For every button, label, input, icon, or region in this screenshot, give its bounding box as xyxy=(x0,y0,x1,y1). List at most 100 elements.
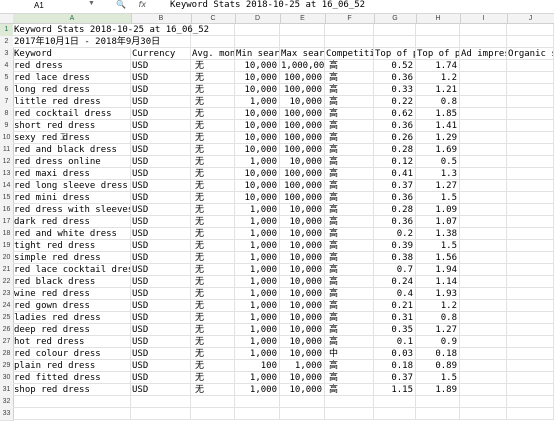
cell-c16[interactable]: 无 xyxy=(191,204,235,216)
cell-e10[interactable]: 100,000 xyxy=(280,132,325,144)
cell-h13[interactable]: 1.3 xyxy=(416,168,460,180)
cell-h3[interactable]: Top of pag xyxy=(416,48,460,60)
cell-d14[interactable]: 10,000 xyxy=(235,180,280,192)
cell-c3[interactable]: Avg. month xyxy=(191,48,235,60)
cell-d1[interactable] xyxy=(235,24,280,36)
column-header-a[interactable]: A xyxy=(13,14,132,23)
cell-c15[interactable]: 无 xyxy=(191,192,235,204)
cell-a8[interactable]: red cocktail dress xyxy=(13,108,131,120)
cell-f16[interactable]: 高 xyxy=(325,204,374,216)
cell-h6[interactable]: 1.21 xyxy=(416,84,460,96)
cell-g11[interactable]: 0.28 xyxy=(374,144,416,156)
cell-b9[interactable]: USD xyxy=(131,120,191,132)
cell-e30[interactable]: 10,000 xyxy=(280,372,325,384)
cell-b30[interactable]: USD xyxy=(131,372,191,384)
cell-f11[interactable]: 高 xyxy=(325,144,374,156)
cell-c10[interactable]: 无 xyxy=(191,132,235,144)
cell-f10[interactable]: 高 xyxy=(325,132,374,144)
cell-i28[interactable] xyxy=(460,348,507,360)
cell-h27[interactable]: 0.9 xyxy=(416,336,460,348)
cell-b23[interactable]: USD xyxy=(131,288,191,300)
cell-b3[interactable]: Currency xyxy=(131,48,191,60)
cell-i15[interactable] xyxy=(460,192,507,204)
cell-h7[interactable]: 0.8 xyxy=(416,96,460,108)
cell-i13[interactable] xyxy=(460,168,507,180)
cell-b18[interactable]: USD xyxy=(131,228,191,240)
cell-i14[interactable] xyxy=(460,180,507,192)
cell-j19[interactable] xyxy=(507,240,554,252)
cell-d27[interactable]: 1,000 xyxy=(235,336,280,348)
cell-d6[interactable]: 10,000 xyxy=(235,84,280,96)
cell-c30[interactable]: 无 xyxy=(191,372,235,384)
cell-g10[interactable]: 0.26 xyxy=(374,132,416,144)
cell-j30[interactable] xyxy=(507,372,554,384)
cell-c28[interactable]: 无 xyxy=(191,348,235,360)
cell-f9[interactable]: 高 xyxy=(325,120,374,132)
cell-e15[interactable]: 100,000 xyxy=(280,192,325,204)
cell-i19[interactable] xyxy=(460,240,507,252)
cell-j10[interactable] xyxy=(507,132,554,144)
cell-f21[interactable]: 高 xyxy=(325,264,374,276)
cell-g19[interactable]: 0.39 xyxy=(374,240,416,252)
cell-h16[interactable]: 1.09 xyxy=(416,204,460,216)
cell-b7[interactable]: USD xyxy=(131,96,191,108)
cell-b19[interactable]: USD xyxy=(131,240,191,252)
name-box[interactable]: A1 ▼ xyxy=(4,0,104,11)
column-header-h[interactable]: H xyxy=(416,14,461,23)
cell-c27[interactable]: 无 xyxy=(191,336,235,348)
cell-d18[interactable]: 1,000 xyxy=(235,228,280,240)
cell-g15[interactable]: 0.36 xyxy=(374,192,416,204)
cell-h31[interactable]: 1.89 xyxy=(416,384,460,396)
cell-c7[interactable]: 无 xyxy=(191,96,235,108)
cell-a14[interactable]: red long sleeve dress xyxy=(13,180,131,192)
cell-g30[interactable]: 0.37 xyxy=(374,372,416,384)
cell-h18[interactable]: 1.38 xyxy=(416,228,460,240)
cell-i12[interactable] xyxy=(460,156,507,168)
cell-b15[interactable]: USD xyxy=(131,192,191,204)
cell-f12[interactable]: 高 xyxy=(325,156,374,168)
column-header-b[interactable]: B xyxy=(131,14,192,23)
cell-j32[interactable] xyxy=(507,396,554,408)
cell-a12[interactable]: red dress online xyxy=(13,156,131,168)
cell-a7[interactable]: little red dress xyxy=(13,96,131,108)
cell-c18[interactable]: 无 xyxy=(191,228,235,240)
cell-c25[interactable]: 无 xyxy=(191,312,235,324)
cell-d33[interactable] xyxy=(235,408,280,420)
cell-j26[interactable] xyxy=(507,324,554,336)
cell-j15[interactable] xyxy=(507,192,554,204)
cell-g25[interactable]: 0.31 xyxy=(374,312,416,324)
cell-j29[interactable] xyxy=(507,360,554,372)
cell-i25[interactable] xyxy=(460,312,507,324)
cell-e29[interactable]: 1,000 xyxy=(280,360,325,372)
cell-h1[interactable] xyxy=(416,24,460,36)
cell-b13[interactable]: USD xyxy=(131,168,191,180)
cell-h8[interactable]: 1.85 xyxy=(416,108,460,120)
cell-b4[interactable]: USD xyxy=(131,60,191,72)
cell-d9[interactable]: 10,000 xyxy=(235,120,280,132)
cell-i11[interactable] xyxy=(460,144,507,156)
cell-e16[interactable]: 10,000 xyxy=(280,204,325,216)
cell-e9[interactable]: 100,000 xyxy=(280,120,325,132)
cell-e23[interactable]: 10,000 xyxy=(280,288,325,300)
cell-h4[interactable]: 1.74 xyxy=(416,60,460,72)
cell-j2[interactable] xyxy=(507,36,554,48)
cell-d23[interactable]: 1,000 xyxy=(235,288,280,300)
cell-j31[interactable] xyxy=(507,384,554,396)
cell-e17[interactable]: 10,000 xyxy=(280,216,325,228)
cell-g26[interactable]: 0.35 xyxy=(374,324,416,336)
cell-f14[interactable]: 高 xyxy=(325,180,374,192)
cell-a26[interactable]: deep red dress xyxy=(13,324,131,336)
cell-j14[interactable] xyxy=(507,180,554,192)
cell-c24[interactable]: 无 xyxy=(191,300,235,312)
cell-e7[interactable]: 10,000 xyxy=(280,96,325,108)
cell-e3[interactable]: Max search xyxy=(280,48,325,60)
cell-d10[interactable]: 10,000 xyxy=(235,132,280,144)
column-header-d[interactable]: D xyxy=(235,14,281,23)
cell-c13[interactable]: 无 xyxy=(191,168,235,180)
cell-j9[interactable] xyxy=(507,120,554,132)
cell-g31[interactable]: 1.15 xyxy=(374,384,416,396)
cell-b5[interactable]: USD xyxy=(131,72,191,84)
cell-a31[interactable]: shop red dress xyxy=(13,384,131,396)
cell-h14[interactable]: 1.27 xyxy=(416,180,460,192)
cell-i31[interactable] xyxy=(460,384,507,396)
